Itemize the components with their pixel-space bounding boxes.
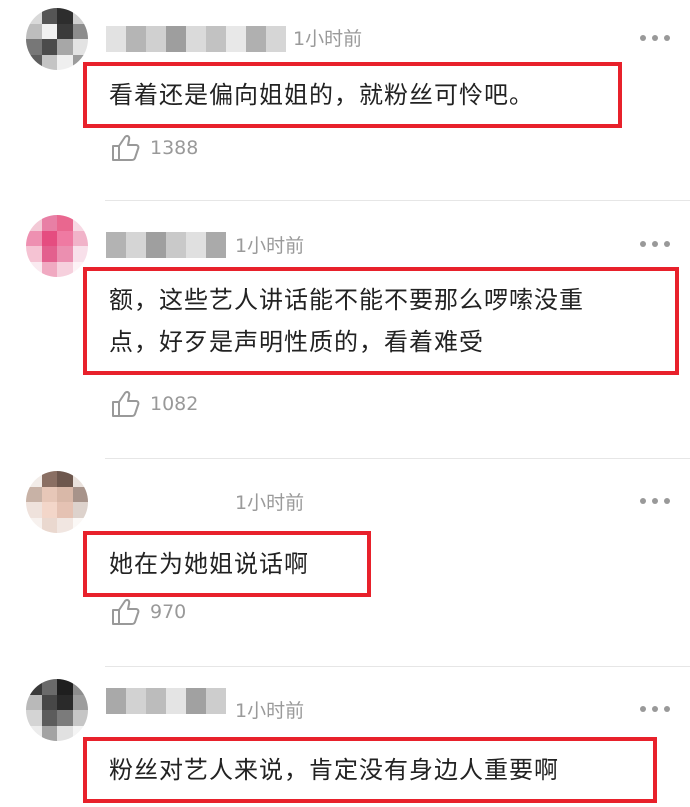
avatar[interactable] [26,679,88,741]
comment-time: 1小时前 [235,700,305,722]
username-blurred[interactable] [106,688,226,714]
comment-text-line: 粉丝对艺人来说，肯定没有身边人重要啊 [109,756,559,784]
comment-content-highlighted: 粉丝对艺人来说，肯定没有身边人重要啊 [83,737,657,803]
comment-item: 1小时前 粉丝对艺人来说，肯定没有身边人重要啊 [0,0,690,807]
more-icon[interactable] [640,705,670,713]
